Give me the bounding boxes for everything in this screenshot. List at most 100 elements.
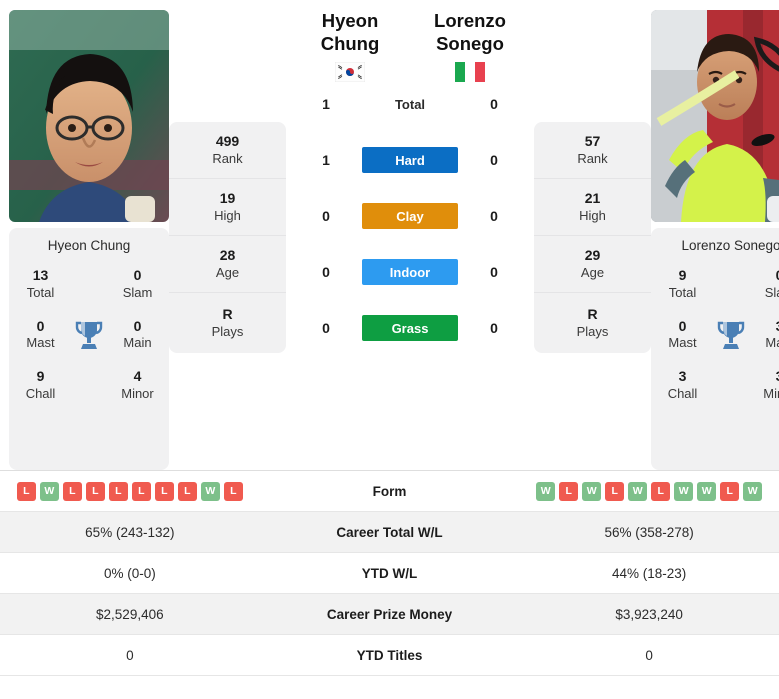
right-form-strip: WLWLWLWWLW (519, 481, 779, 501)
left-titles-minor-label: Minor (121, 385, 154, 401)
head-to-head-center: Hyeon Chung Lorenzo Sonego 1 Total 0 1 H… (286, 10, 534, 356)
left-career-wl: 65% (243-132) (85, 524, 175, 540)
left-age-value: 28 (219, 247, 236, 264)
right-age-value: 29 (584, 247, 601, 264)
table-row-form: LWLLLLLLWL Form WLWLWLWWLW (0, 471, 779, 512)
left-form-badge[interactable]: L (131, 481, 151, 501)
left-age-label: Age (215, 264, 240, 280)
h2h-hard-right: 0 (490, 152, 498, 168)
left-prize: $2,529,406 (96, 606, 164, 622)
right-titles-chall-label: Chall (667, 385, 698, 401)
right-photo-caption: Lorenzo Sonego (681, 238, 779, 253)
left-titles-mast-label: Mast (26, 335, 55, 351)
h2h-indoor-right: 0 (490, 264, 498, 280)
table-row-prize: $2,529,406 Career Prize Money $3,923,240 (0, 594, 779, 635)
right-form-badge[interactable]: L (651, 481, 671, 501)
right-player-column: Lorenzo Sonego 9 Total 0 Slam 0 Mast (651, 10, 779, 470)
right-rank-cell: 57 Rank (534, 122, 651, 179)
left-photo-caption: Hyeon Chung (47, 238, 131, 253)
surface-label-total: Total (394, 96, 426, 112)
right-age-label: Age (580, 264, 605, 280)
row-label-ytd-titles: YTD Titles (356, 647, 423, 663)
left-titles-chall-label: Chall (25, 385, 56, 401)
left-titles-mast: 0 Mast (15, 318, 66, 353)
left-rank-label: Rank (212, 150, 243, 166)
left-titles-minor-value: 4 (133, 368, 142, 385)
right-form-badge[interactable]: W (674, 481, 694, 501)
right-form-badge[interactable]: W (582, 481, 602, 501)
right-titles-slam: 0 Slam (754, 267, 779, 302)
right-form-badge[interactable]: L (559, 481, 579, 501)
row-label-ytd-wl: YTD W/L (361, 565, 418, 581)
comparison-table: LWLLLLLLWL Form WLWLWLWWLW 65% (243-132)… (0, 470, 779, 676)
left-form-badge[interactable]: W (39, 481, 59, 501)
right-titles-main-value: 3 (754, 318, 779, 336)
row-label-form: Form (372, 483, 407, 499)
right-titles-mast-label: Mast (668, 335, 697, 351)
h2h-indoor-left: 0 (322, 264, 330, 280)
right-player-photo[interactable] (651, 10, 779, 222)
right-form-badge[interactable]: L (720, 481, 740, 501)
right-titles-mast-value: 0 (678, 317, 687, 334)
h2h-total-right: 0 (490, 96, 498, 112)
left-titles-chall-value: 9 (36, 368, 45, 385)
right-player-name-line2: Sonego (436, 32, 504, 54)
left-titles-main-value: 0 (133, 317, 142, 334)
left-age-cell: 28 Age (169, 236, 286, 293)
right-titles-chall-value: 3 (678, 368, 687, 385)
right-high-label: High (579, 207, 606, 223)
right-trophy-icon (708, 320, 754, 350)
right-titles-minor-label: Minor (763, 385, 779, 401)
left-titles-total: 13 Total (15, 267, 66, 302)
right-ytd-wl: 44% (18-23) (612, 565, 687, 581)
right-form-badge[interactable]: W (697, 481, 717, 501)
left-form-badge[interactable]: W (200, 481, 220, 501)
left-player-photo[interactable] (9, 10, 169, 222)
right-titles-total: 9 Total (657, 267, 708, 302)
right-titles-card: Lorenzo Sonego 9 Total 0 Slam 0 Mast (651, 228, 779, 470)
left-form-badge[interactable]: L (16, 481, 36, 501)
surface-breakdown: 1 Total 0 1 Hard 0 0 Clay 0 0 Indoor 0 0 (290, 76, 530, 356)
left-rank-card: 499 Rank 19 High 28 Age R Plays (169, 122, 286, 353)
left-plays-label: Plays (211, 323, 244, 339)
right-form-badge[interactable]: W (536, 481, 556, 501)
left-form-badge[interactable]: L (62, 481, 82, 501)
left-form-badge[interactable]: L (223, 481, 243, 501)
right-form-badge[interactable]: W (743, 481, 763, 501)
h2h-row-clay: 0 Clay 0 (290, 188, 530, 244)
surface-badge-grass[interactable]: Grass (362, 315, 458, 341)
h2h-grass-left: 0 (322, 320, 330, 336)
left-player-name-block: Hyeon Chung (290, 10, 410, 83)
left-player-column: Hyeon Chung 13 Total 0 Slam 0 Mast 0 Mai… (9, 10, 169, 470)
it-flag-icon (455, 62, 485, 83)
right-titles-slam-value: 0 (754, 267, 779, 285)
right-form-badge[interactable]: W (628, 481, 648, 501)
surface-badge-clay[interactable]: Clay (362, 203, 458, 229)
h2h-grass-right: 0 (490, 320, 498, 336)
left-form-badge[interactable]: L (177, 481, 197, 501)
right-titles-mast: 0 Mast (657, 318, 708, 353)
left-ytd-wl: 0% (0-0) (103, 565, 156, 581)
h2h-row-total: 1 Total 0 (290, 76, 530, 132)
right-rank-label: Rank (577, 150, 608, 166)
surface-badge-hard[interactable]: Hard (362, 147, 458, 173)
right-form-badge[interactable]: L (605, 481, 625, 501)
h2h-hard-left: 1 (322, 152, 330, 168)
left-titles-slam-label: Slam (122, 284, 153, 300)
left-form-badge[interactable]: L (108, 481, 128, 501)
h2h-row-grass: 0 Grass 0 (290, 300, 530, 356)
left-form-badge[interactable]: L (85, 481, 105, 501)
left-titles-main: 0 Main (112, 318, 163, 353)
table-row-ytd-wl: 0% (0-0) YTD W/L 44% (18-23) (0, 553, 779, 594)
right-titles-total-value: 9 (678, 267, 687, 283)
left-titles-chall: 9 Chall (15, 368, 66, 403)
right-age-cell: 29 Age (534, 236, 651, 293)
right-plays-cell: R Plays (534, 293, 651, 353)
left-form-badge[interactable]: L (154, 481, 174, 501)
right-high-value: 21 (584, 190, 601, 207)
left-form-strip: LWLLLLLLWL (0, 481, 260, 501)
surface-badge-indoor[interactable]: Indoor (362, 259, 458, 285)
left-high-value: 19 (219, 190, 236, 207)
right-titles-main-label: Main (765, 335, 779, 351)
right-titles-minor-value: 3 (754, 368, 779, 386)
